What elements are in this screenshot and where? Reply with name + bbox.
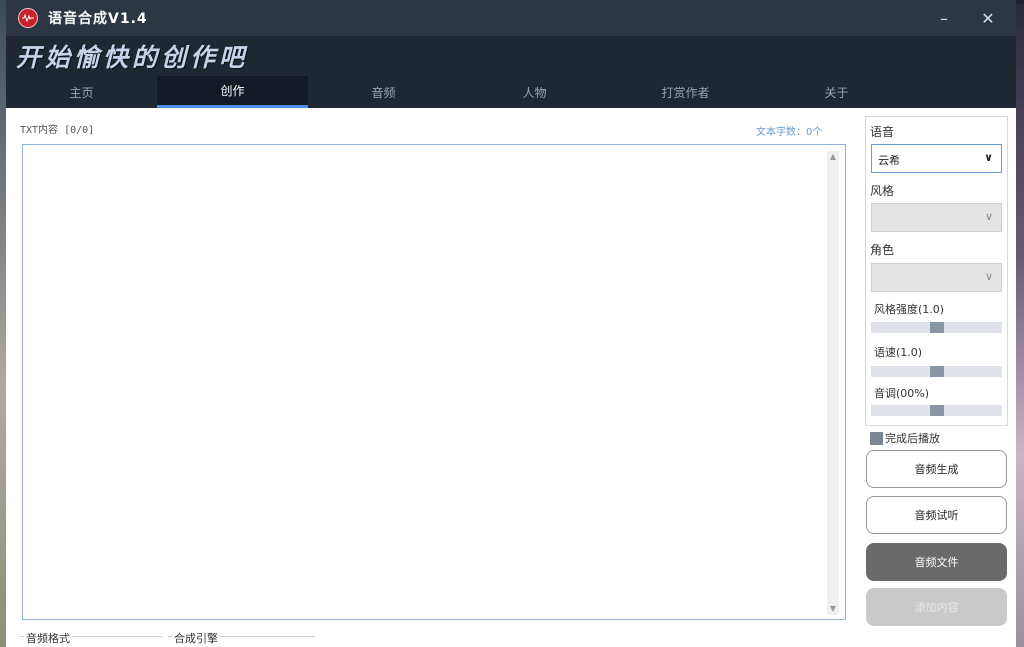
- txt-content-label: TXT内容 [0/0]: [20, 125, 95, 136]
- add-content-button[interactable]: 添加内容: [866, 588, 1007, 626]
- generate-audio-button[interactable]: 音频生成: [866, 450, 1007, 488]
- tab-donate[interactable]: 打赏作者: [610, 76, 761, 108]
- audio-format-label: 音频格式: [24, 630, 72, 646]
- voice-select[interactable]: 云希 ∨: [871, 144, 1002, 173]
- speed-label: 语速(1.0): [874, 346, 923, 359]
- close-button[interactable]: ✕: [966, 0, 1010, 36]
- chevron-down-icon: ∨: [984, 270, 993, 283]
- pitch-label: 音调(00%): [874, 387, 930, 400]
- minimize-button[interactable]: –: [922, 0, 966, 36]
- tab-about[interactable]: 关于: [761, 76, 912, 108]
- slider-thumb[interactable]: [930, 366, 944, 377]
- text-input-area[interactable]: ▲ ▼: [22, 144, 846, 620]
- create-page: TXT内容 [0/0] 文本字数：0个 ▲ ▼ 音频格式 合成引擎 语音 云希 …: [6, 108, 1016, 647]
- app-title: 语音合成V1.4: [48, 11, 148, 27]
- scroll-up-icon[interactable]: ▲: [827, 151, 839, 163]
- slider-thumb[interactable]: [930, 322, 944, 333]
- style-select[interactable]: ∨: [871, 203, 1002, 232]
- tab-home[interactable]: 主页: [6, 76, 157, 108]
- tab-create[interactable]: 创作: [157, 76, 308, 108]
- engine-group: 合成引擎: [168, 630, 315, 647]
- chevron-down-icon: ∨: [984, 210, 993, 223]
- role-label: 角色: [870, 243, 895, 257]
- chevron-down-icon: ∨: [984, 151, 993, 164]
- voice-settings-panel: 语音 云希 ∨ 风格 ∨ 角色 ∨ 风格强度(1.0) 语速(1.0) 音调(0…: [865, 116, 1008, 426]
- style-label: 风格: [870, 184, 895, 198]
- speed-slider[interactable]: [871, 366, 1002, 377]
- play-after-done-checkbox[interactable]: [870, 431, 883, 445]
- engine-label: 合成引擎: [172, 630, 220, 646]
- title-bar[interactable]: 语音合成V1.4 – ✕: [6, 0, 1016, 36]
- preview-audio-button[interactable]: 音频试听: [866, 496, 1007, 534]
- style-strength-slider[interactable]: [871, 322, 1002, 333]
- slogan-text: 开始愉快的创作吧: [16, 43, 249, 72]
- audio-file-button[interactable]: 音频文件: [866, 543, 1007, 581]
- desktop-background-right: [1016, 0, 1024, 647]
- vertical-scrollbar[interactable]: ▲ ▼: [827, 151, 839, 615]
- voice-select-value: 云希: [878, 154, 900, 167]
- tab-audio[interactable]: 音频: [308, 76, 459, 108]
- word-count-label: 文本字数：0个: [756, 127, 823, 138]
- tab-characters[interactable]: 人物: [459, 76, 610, 108]
- audio-format-group: 音频格式: [20, 630, 162, 647]
- play-after-done-label: 完成后播放: [885, 432, 940, 445]
- scroll-down-icon[interactable]: ▼: [827, 603, 839, 615]
- role-select[interactable]: ∨: [871, 263, 1002, 292]
- app-logo-icon: [18, 8, 38, 28]
- voice-label: 语音: [870, 125, 895, 139]
- banner: 开始愉快的创作吧: [6, 36, 1016, 76]
- tab-bar: 主页 创作 音频 人物 打赏作者 关于: [6, 76, 1016, 108]
- pitch-slider[interactable]: [871, 405, 1002, 416]
- play-after-done-row[interactable]: 完成后播放: [870, 430, 940, 446]
- style-strength-label: 风格强度(1.0): [874, 303, 945, 316]
- slider-thumb[interactable]: [930, 405, 944, 416]
- app-window: 语音合成V1.4 – ✕ 开始愉快的创作吧 主页 创作 音频 人物 打赏作者 关…: [6, 0, 1016, 647]
